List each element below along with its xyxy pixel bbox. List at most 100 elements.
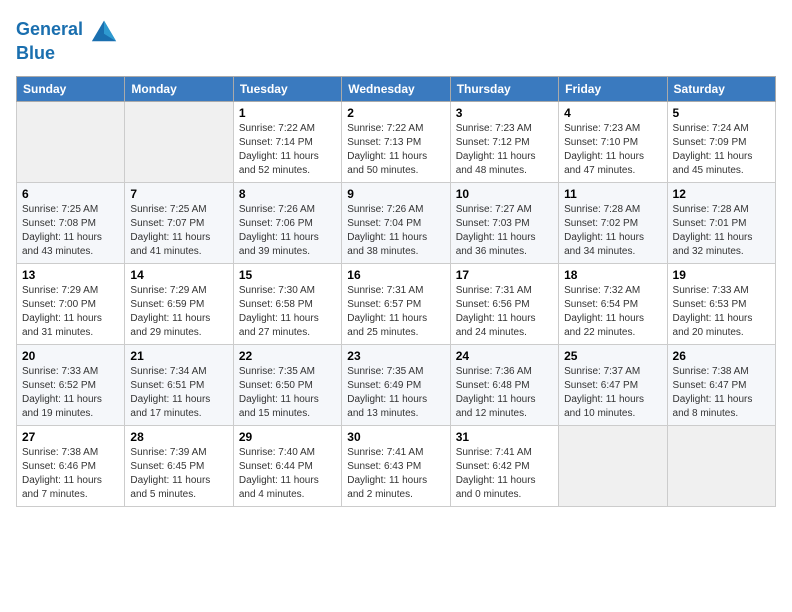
weekday-header-row: SundayMondayTuesdayWednesdayThursdayFrid… — [17, 76, 776, 101]
day-detail: Sunrise: 7:40 AM Sunset: 6:44 PM Dayligh… — [239, 446, 336, 502]
day-number: 25 — [564, 349, 661, 363]
day-number: 11 — [564, 187, 661, 201]
weekday-header-sunday: Sunday — [17, 76, 125, 101]
day-detail: Sunrise: 7:41 AM Sunset: 6:42 PM Dayligh… — [456, 446, 553, 502]
calendar-cell: 23Sunrise: 7:35 AM Sunset: 6:49 PM Dayli… — [342, 344, 450, 425]
day-number: 13 — [22, 268, 119, 282]
calendar-cell: 21 Sunrise: 7:34 AM Sunset: 6:51 PM Dayli… — [125, 344, 233, 425]
day-detail: Sunrise: 7:22 AM Sunset: 7:14 PM Dayligh… — [239, 122, 336, 178]
calendar-week-row: 20 Sunrise: 7:33 AM Sunset: 6:52 PM Dayli… — [17, 344, 776, 425]
day-detail: Sunrise: 7:25 AM Sunset: 7:07 PM Dayligh… — [130, 203, 227, 259]
day-number: 8 — [239, 187, 336, 201]
calendar-cell: 28Sunrise: 7:39 AM Sunset: 6:45 PM Dayli… — [125, 425, 233, 506]
day-number: 16 — [347, 268, 444, 282]
calendar-cell — [125, 101, 233, 182]
day-detail: Sunrise: 7:26 AM Sunset: 7:04 PM Dayligh… — [347, 203, 444, 259]
calendar-cell: 8 Sunrise: 7:26 AM Sunset: 7:06 PM Daylig… — [233, 182, 341, 263]
day-number: 1 — [239, 106, 336, 120]
day-detail: Sunrise: 7:36 AM Sunset: 6:48 PM Dayligh… — [456, 365, 553, 421]
calendar-cell: 26Sunrise: 7:38 AM Sunset: 6:47 PM Dayli… — [667, 344, 775, 425]
weekday-header-tuesday: Tuesday — [233, 76, 341, 101]
day-number: 3 — [456, 106, 553, 120]
day-number: 30 — [347, 430, 444, 444]
calendar-cell: 30Sunrise: 7:41 AM Sunset: 6:43 PM Dayli… — [342, 425, 450, 506]
calendar-cell: 31 Sunrise: 7:41 AM Sunset: 6:42 PM Dayli… — [450, 425, 558, 506]
day-detail: Sunrise: 7:29 AM Sunset: 6:59 PM Dayligh… — [130, 284, 227, 340]
day-detail: Sunrise: 7:33 AM Sunset: 6:52 PM Dayligh… — [22, 365, 119, 421]
day-detail: Sunrise: 7:33 AM Sunset: 6:53 PM Dayligh… — [673, 284, 770, 340]
calendar-cell: 9Sunrise: 7:26 AM Sunset: 7:04 PM Daylig… — [342, 182, 450, 263]
day-number: 20 — [22, 349, 119, 363]
weekday-header-saturday: Saturday — [667, 76, 775, 101]
day-detail: Sunrise: 7:31 AM Sunset: 6:56 PM Dayligh… — [456, 284, 553, 340]
day-detail: Sunrise: 7:34 AM Sunset: 6:51 PM Dayligh… — [130, 365, 227, 421]
day-detail: Sunrise: 7:35 AM Sunset: 6:50 PM Dayligh… — [239, 365, 336, 421]
day-number: 6 — [22, 187, 119, 201]
day-number: 5 — [673, 106, 770, 120]
day-number: 15 — [239, 268, 336, 282]
page: General Blue SundayMondayTuesdayWednesda… — [0, 0, 792, 523]
logo-icon — [90, 16, 118, 44]
calendar-cell — [559, 425, 667, 506]
day-number: 31 — [456, 430, 553, 444]
day-detail: Sunrise: 7:23 AM Sunset: 7:10 PM Dayligh… — [564, 122, 661, 178]
calendar-cell: 17 Sunrise: 7:31 AM Sunset: 6:56 PM Dayli… — [450, 263, 558, 344]
weekday-header-wednesday: Wednesday — [342, 76, 450, 101]
calendar-cell — [667, 425, 775, 506]
calendar-cell: 2 Sunrise: 7:22 AM Sunset: 7:13 PM Daylig… — [342, 101, 450, 182]
logo: General Blue — [16, 16, 118, 64]
day-detail: Sunrise: 7:31 AM Sunset: 6:57 PM Dayligh… — [347, 284, 444, 340]
calendar-cell: 6Sunrise: 7:25 AM Sunset: 7:08 PM Daylig… — [17, 182, 125, 263]
calendar-cell: 14 Sunrise: 7:29 AM Sunset: 6:59 PM Dayli… — [125, 263, 233, 344]
day-detail: Sunrise: 7:26 AM Sunset: 7:06 PM Dayligh… — [239, 203, 336, 259]
calendar-cell: 19Sunrise: 7:33 AM Sunset: 6:53 PM Dayli… — [667, 263, 775, 344]
calendar-week-row: 27Sunrise: 7:38 AM Sunset: 6:46 PM Dayli… — [17, 425, 776, 506]
day-detail: Sunrise: 7:38 AM Sunset: 6:46 PM Dayligh… — [22, 446, 119, 502]
calendar-week-row: 6Sunrise: 7:25 AM Sunset: 7:08 PM Daylig… — [17, 182, 776, 263]
day-detail: Sunrise: 7:22 AM Sunset: 7:13 PM Dayligh… — [347, 122, 444, 178]
calendar-cell: 5 Sunrise: 7:24 AM Sunset: 7:09 PM Daylig… — [667, 101, 775, 182]
day-detail: Sunrise: 7:28 AM Sunset: 7:02 PM Dayligh… — [564, 203, 661, 259]
logo-subtext: Blue — [16, 44, 118, 64]
header: General Blue — [16, 16, 776, 64]
calendar-cell: 13Sunrise: 7:29 AM Sunset: 7:00 PM Dayli… — [17, 263, 125, 344]
calendar-cell: 11 Sunrise: 7:28 AM Sunset: 7:02 PM Dayli… — [559, 182, 667, 263]
day-number: 22 — [239, 349, 336, 363]
day-detail: Sunrise: 7:39 AM Sunset: 6:45 PM Dayligh… — [130, 446, 227, 502]
calendar-week-row: 13Sunrise: 7:29 AM Sunset: 7:00 PM Dayli… — [17, 263, 776, 344]
calendar-cell: 29Sunrise: 7:40 AM Sunset: 6:44 PM Dayli… — [233, 425, 341, 506]
day-number: 2 — [347, 106, 444, 120]
logo-text: General — [16, 16, 118, 44]
calendar-cell — [17, 101, 125, 182]
day-detail: Sunrise: 7:27 AM Sunset: 7:03 PM Dayligh… — [456, 203, 553, 259]
calendar-cell: 1 Sunrise: 7:22 AM Sunset: 7:14 PM Daylig… — [233, 101, 341, 182]
calendar-cell: 4Sunrise: 7:23 AM Sunset: 7:10 PM Daylig… — [559, 101, 667, 182]
day-number: 10 — [456, 187, 553, 201]
day-number: 14 — [130, 268, 227, 282]
day-detail: Sunrise: 7:28 AM Sunset: 7:01 PM Dayligh… — [673, 203, 770, 259]
calendar-cell: 7 Sunrise: 7:25 AM Sunset: 7:07 PM Daylig… — [125, 182, 233, 263]
calendar-cell: 18Sunrise: 7:32 AM Sunset: 6:54 PM Dayli… — [559, 263, 667, 344]
day-detail: Sunrise: 7:23 AM Sunset: 7:12 PM Dayligh… — [456, 122, 553, 178]
calendar-cell: 3 Sunrise: 7:23 AM Sunset: 7:12 PM Daylig… — [450, 101, 558, 182]
day-number: 7 — [130, 187, 227, 201]
calendar-cell: 25Sunrise: 7:37 AM Sunset: 6:47 PM Dayli… — [559, 344, 667, 425]
calendar-cell: 24Sunrise: 7:36 AM Sunset: 6:48 PM Dayli… — [450, 344, 558, 425]
calendar-cell: 16 Sunrise: 7:31 AM Sunset: 6:57 PM Dayli… — [342, 263, 450, 344]
day-number: 18 — [564, 268, 661, 282]
day-number: 17 — [456, 268, 553, 282]
day-number: 23 — [347, 349, 444, 363]
day-number: 21 — [130, 349, 227, 363]
calendar-cell: 27Sunrise: 7:38 AM Sunset: 6:46 PM Dayli… — [17, 425, 125, 506]
weekday-header-monday: Monday — [125, 76, 233, 101]
day-detail: Sunrise: 7:24 AM Sunset: 7:09 PM Dayligh… — [673, 122, 770, 178]
calendar-cell: 12 Sunrise: 7:28 AM Sunset: 7:01 PM Dayli… — [667, 182, 775, 263]
day-number: 26 — [673, 349, 770, 363]
day-detail: Sunrise: 7:30 AM Sunset: 6:58 PM Dayligh… — [239, 284, 336, 340]
day-number: 12 — [673, 187, 770, 201]
calendar-cell: 20 Sunrise: 7:33 AM Sunset: 6:52 PM Dayli… — [17, 344, 125, 425]
calendar-cell: 10 Sunrise: 7:27 AM Sunset: 7:03 PM Dayli… — [450, 182, 558, 263]
weekday-header-friday: Friday — [559, 76, 667, 101]
calendar-week-row: 1 Sunrise: 7:22 AM Sunset: 7:14 PM Daylig… — [17, 101, 776, 182]
calendar-cell: 15 Sunrise: 7:30 AM Sunset: 6:58 PM Dayli… — [233, 263, 341, 344]
